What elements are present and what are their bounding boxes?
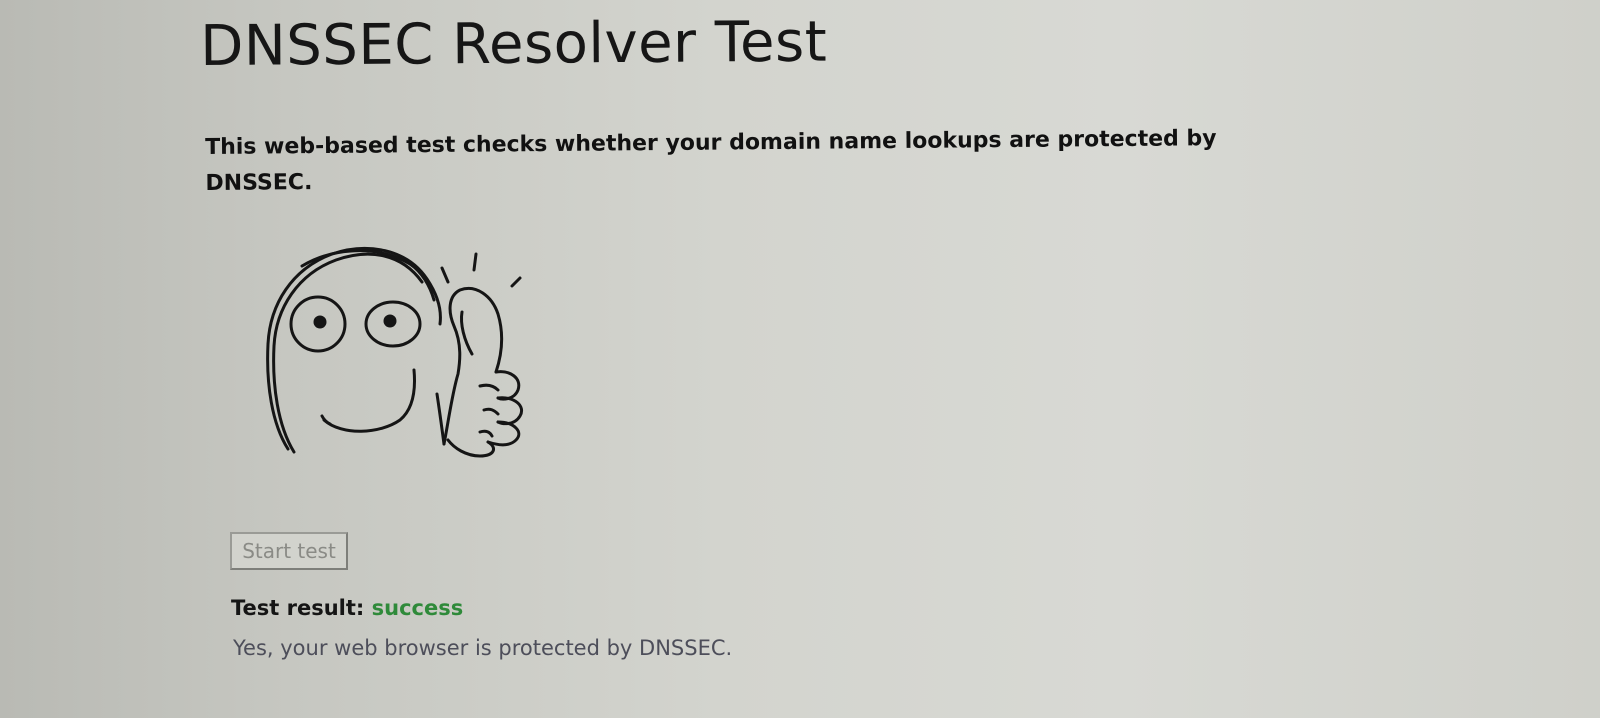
test-result-label: Test result: [231, 596, 365, 620]
intro-text: This web-based test checks whether your … [205, 126, 1217, 196]
test-result: Test result: success [231, 596, 463, 620]
test-result-status: success [371, 596, 464, 620]
result-message: Yes, your web browser is protected by DN… [233, 636, 733, 660]
page: DNSSEC Resolver Test This web-based test… [0, 0, 1600, 718]
page-title: DNSSEC Resolver Test [200, 9, 828, 79]
thumbs-up-face-icon [262, 244, 542, 464]
start-test-button[interactable]: Start test [230, 532, 348, 570]
